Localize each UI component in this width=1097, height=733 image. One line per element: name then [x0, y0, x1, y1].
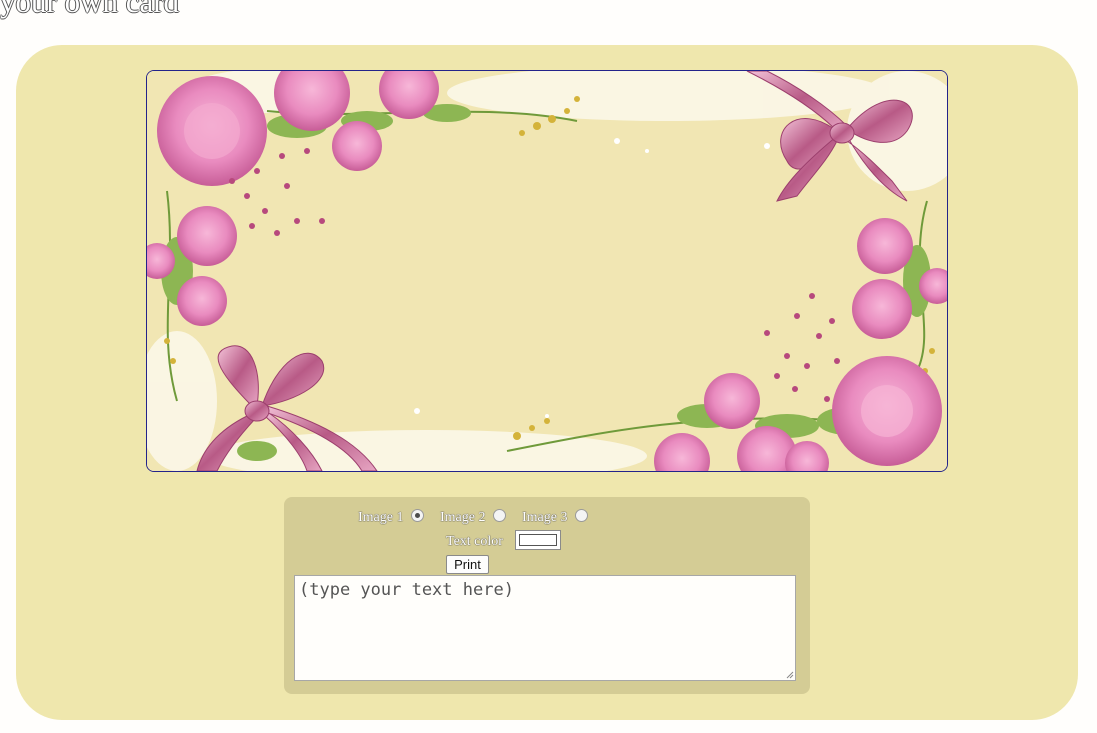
image-option-3-radio[interactable]	[574, 509, 588, 522]
image-option-2-radio[interactable]	[492, 509, 506, 522]
print-button[interactable]: Print	[446, 555, 489, 574]
floral-frame-image	[147, 71, 947, 471]
card-controls: Image 1 Image 2 Image 3 Text color Print…	[284, 497, 810, 694]
image-option-1-radio[interactable]	[410, 509, 424, 522]
image-option-1[interactable]: Image 1	[358, 509, 424, 526]
text-color-row: Text color	[284, 530, 810, 554]
page-title: your own card	[0, 0, 180, 19]
card-image	[146, 70, 948, 472]
image-option-3[interactable]: Image 3	[522, 509, 588, 526]
image-option-2-label: Image 2	[440, 510, 486, 525]
resize-grip-icon[interactable]	[784, 669, 794, 679]
card-text-input[interactable]: (type your text here)	[294, 575, 796, 681]
image-option-1-label: Image 1	[358, 510, 404, 525]
image-option-2[interactable]: Image 2	[440, 509, 506, 526]
image-option-3-label: Image 3	[522, 510, 568, 525]
text-color-label: Text color	[446, 534, 503, 549]
text-color-swatch	[519, 534, 557, 546]
text-color-picker[interactable]	[515, 530, 561, 550]
